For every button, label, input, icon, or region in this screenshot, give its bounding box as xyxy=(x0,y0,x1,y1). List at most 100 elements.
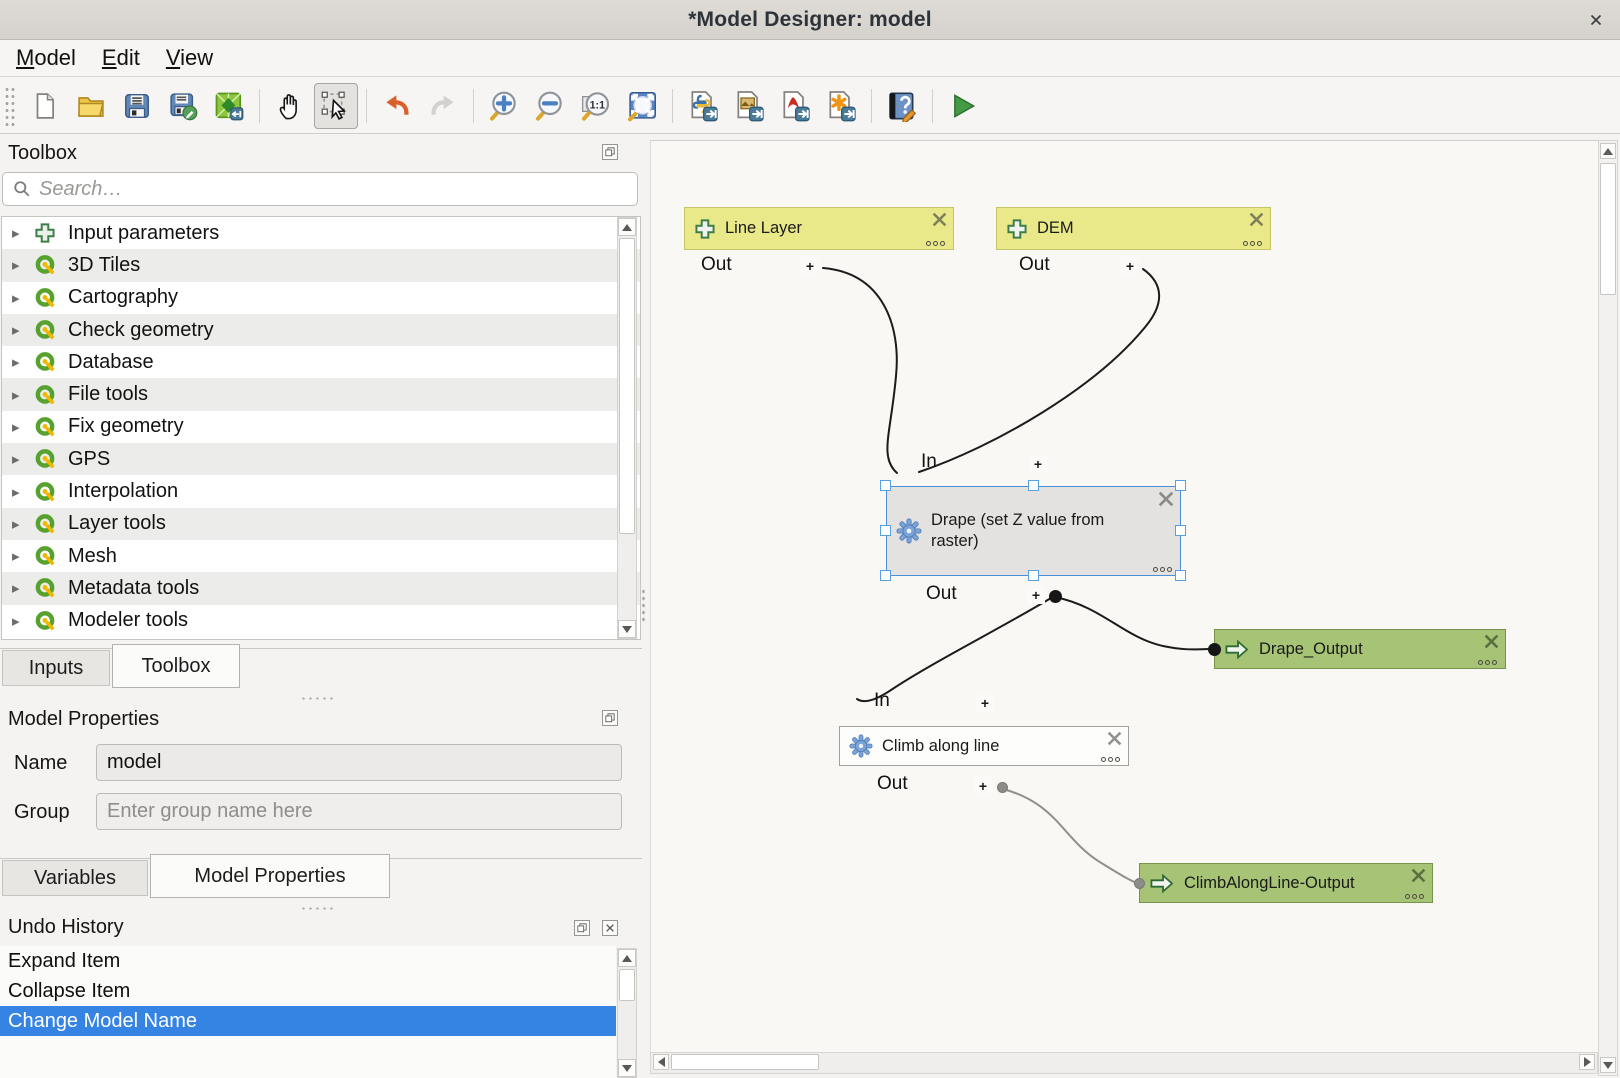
link-point[interactable] xyxy=(1049,590,1062,603)
selection-handle[interactable] xyxy=(1028,570,1039,581)
toolbar-drag-handle[interactable] xyxy=(4,86,16,126)
toolbox-group-input-parameters[interactable]: ▸ Input parameters xyxy=(2,217,640,249)
scroll-left-button[interactable] xyxy=(653,1054,669,1070)
link-point[interactable] xyxy=(1208,643,1221,656)
canvas-vertical-scrollbar[interactable] xyxy=(1598,140,1618,1076)
model-canvas[interactable]: Line Layer DEM Out + Out + In + xyxy=(650,140,1598,1052)
tab-toolbox[interactable]: Toolbox xyxy=(112,644,240,688)
close-window-button[interactable] xyxy=(1586,10,1606,30)
model-properties-float-button[interactable] xyxy=(602,710,618,726)
select-tool-button[interactable] xyxy=(314,83,358,129)
selection-handle[interactable] xyxy=(880,525,891,536)
node-climb-along-line[interactable]: Climb along line xyxy=(839,726,1129,766)
model-group-field[interactable] xyxy=(96,793,622,830)
expand-outputs-button[interactable]: + xyxy=(801,257,819,275)
undo-button[interactable] xyxy=(375,83,419,129)
expander-icon[interactable]: ▸ xyxy=(12,612,34,630)
tab-model-properties[interactable]: Model Properties xyxy=(150,854,390,898)
tab-variables[interactable]: Variables xyxy=(2,860,148,896)
toolbox-group-3d-tiles[interactable]: ▸ 3D Tiles xyxy=(2,249,640,281)
scrollbar-thumb[interactable] xyxy=(619,969,635,1001)
fold-comments-icon[interactable] xyxy=(1484,634,1499,654)
fold-comments-icon[interactable] xyxy=(932,212,947,232)
toolbox-group-file-tools[interactable]: ▸ File tools xyxy=(2,378,640,410)
zoom-actual-button[interactable]: 1:1 xyxy=(574,83,618,129)
expander-icon[interactable]: ▸ xyxy=(12,418,34,436)
expander-icon[interactable]: ▸ xyxy=(12,579,34,597)
toolbox-search[interactable] xyxy=(2,172,638,206)
expander-icon[interactable]: ▸ xyxy=(12,353,34,371)
scroll-down-button[interactable] xyxy=(618,1059,636,1077)
selection-handle[interactable] xyxy=(1175,480,1186,491)
export-as-image-button[interactable] xyxy=(727,83,771,129)
expand-outputs-button[interactable]: + xyxy=(974,777,992,795)
expander-icon[interactable]: ▸ xyxy=(12,321,34,339)
toolbox-scrollbar[interactable] xyxy=(617,217,637,639)
toolbox-group-layer-tools[interactable]: ▸ Layer tools xyxy=(2,508,640,540)
scrollbar-thumb[interactable] xyxy=(1600,163,1616,295)
undo-item-change-model-name[interactable]: Change Model Name xyxy=(0,1006,616,1036)
export-as-pdf-button[interactable] xyxy=(773,83,817,129)
open-model-button[interactable] xyxy=(69,83,113,129)
toolbox-float-button[interactable] xyxy=(602,144,618,160)
undo-history-scrollbar[interactable] xyxy=(617,948,637,1078)
fold-comments-icon[interactable] xyxy=(1107,731,1122,751)
scroll-up-button[interactable] xyxy=(618,218,636,236)
save-model-button[interactable] xyxy=(115,83,159,129)
toolbox-group-interpolation[interactable]: ▸ Interpolation xyxy=(2,475,640,507)
selection-handle[interactable] xyxy=(1175,525,1186,536)
expander-icon[interactable]: ▸ xyxy=(12,256,34,274)
node-drape[interactable]: Drape (set Z value from raster) xyxy=(886,486,1181,576)
toolbox-group-gps[interactable]: ▸ GPS xyxy=(2,443,640,475)
undo-item-collapse[interactable]: Collapse Item xyxy=(0,976,616,1006)
toolbox-group-database[interactable]: ▸ Database xyxy=(2,346,640,378)
toolbox-group-mesh[interactable]: ▸ Mesh xyxy=(2,540,640,572)
expander-icon[interactable]: ▸ xyxy=(12,289,34,307)
expand-outputs-button[interactable]: + xyxy=(1027,586,1045,604)
scroll-down-button[interactable] xyxy=(1600,1057,1616,1073)
zoom-out-button[interactable] xyxy=(528,83,572,129)
expander-icon[interactable]: ▸ xyxy=(12,224,34,242)
pan-tool-button[interactable] xyxy=(268,83,312,129)
canvas-horizontal-scrollbar[interactable] xyxy=(650,1052,1598,1074)
scrollbar-thumb[interactable] xyxy=(671,1054,819,1070)
tab-inputs[interactable]: Inputs xyxy=(2,650,110,686)
selection-handle[interactable] xyxy=(1028,480,1039,491)
new-model-button[interactable] xyxy=(23,83,67,129)
scroll-up-button[interactable] xyxy=(1600,143,1616,159)
fold-comments-icon[interactable] xyxy=(1158,491,1174,512)
undo-history-close-button[interactable] xyxy=(602,920,618,936)
fold-comments-icon[interactable] xyxy=(1249,212,1264,232)
expand-outputs-button[interactable]: + xyxy=(1121,257,1139,275)
dock-splitter-handle[interactable] xyxy=(300,906,334,911)
toolbox-group-fix-geometry[interactable]: ▸ Fix geometry xyxy=(2,411,640,443)
menu-view[interactable]: View xyxy=(160,43,219,73)
export-as-svg-button[interactable] xyxy=(819,83,863,129)
redo-button[interactable] xyxy=(421,83,465,129)
undo-item-expand[interactable]: Expand Item xyxy=(0,946,616,976)
expand-inputs-button[interactable]: + xyxy=(1029,455,1047,473)
expander-icon[interactable]: ▸ xyxy=(12,450,34,468)
node-line-layer[interactable]: Line Layer xyxy=(684,207,954,250)
dock-splitter-handle[interactable] xyxy=(300,696,334,701)
scrollbar-thumb[interactable] xyxy=(619,238,635,534)
search-input[interactable] xyxy=(39,178,637,201)
scroll-up-button[interactable] xyxy=(618,949,636,967)
zoom-in-button[interactable] xyxy=(482,83,526,129)
node-dem[interactable]: DEM xyxy=(996,207,1271,250)
expander-icon[interactable]: ▸ xyxy=(12,515,34,533)
toolbox-group-modeler-tools[interactable]: ▸ Modeler tools xyxy=(2,605,640,637)
toolbox-group-check-geometry[interactable]: ▸ Check geometry xyxy=(2,314,640,346)
expander-icon[interactable]: ▸ xyxy=(12,386,34,404)
undo-history-float-button[interactable] xyxy=(574,920,590,936)
toolbox-group-cartography[interactable]: ▸ Cartography xyxy=(2,282,640,314)
save-model-as-button[interactable] xyxy=(161,83,205,129)
selection-handle[interactable] xyxy=(880,480,891,491)
menu-model[interactable]: Model xyxy=(10,43,82,73)
expand-inputs-button[interactable]: + xyxy=(976,694,994,712)
scroll-down-button[interactable] xyxy=(618,620,636,638)
model-name-field[interactable] xyxy=(96,744,622,781)
selection-handle[interactable] xyxy=(1175,570,1186,581)
toolbox-group-metadata-tools[interactable]: ▸ Metadata tools xyxy=(2,572,640,604)
link-point[interactable] xyxy=(1134,878,1145,889)
